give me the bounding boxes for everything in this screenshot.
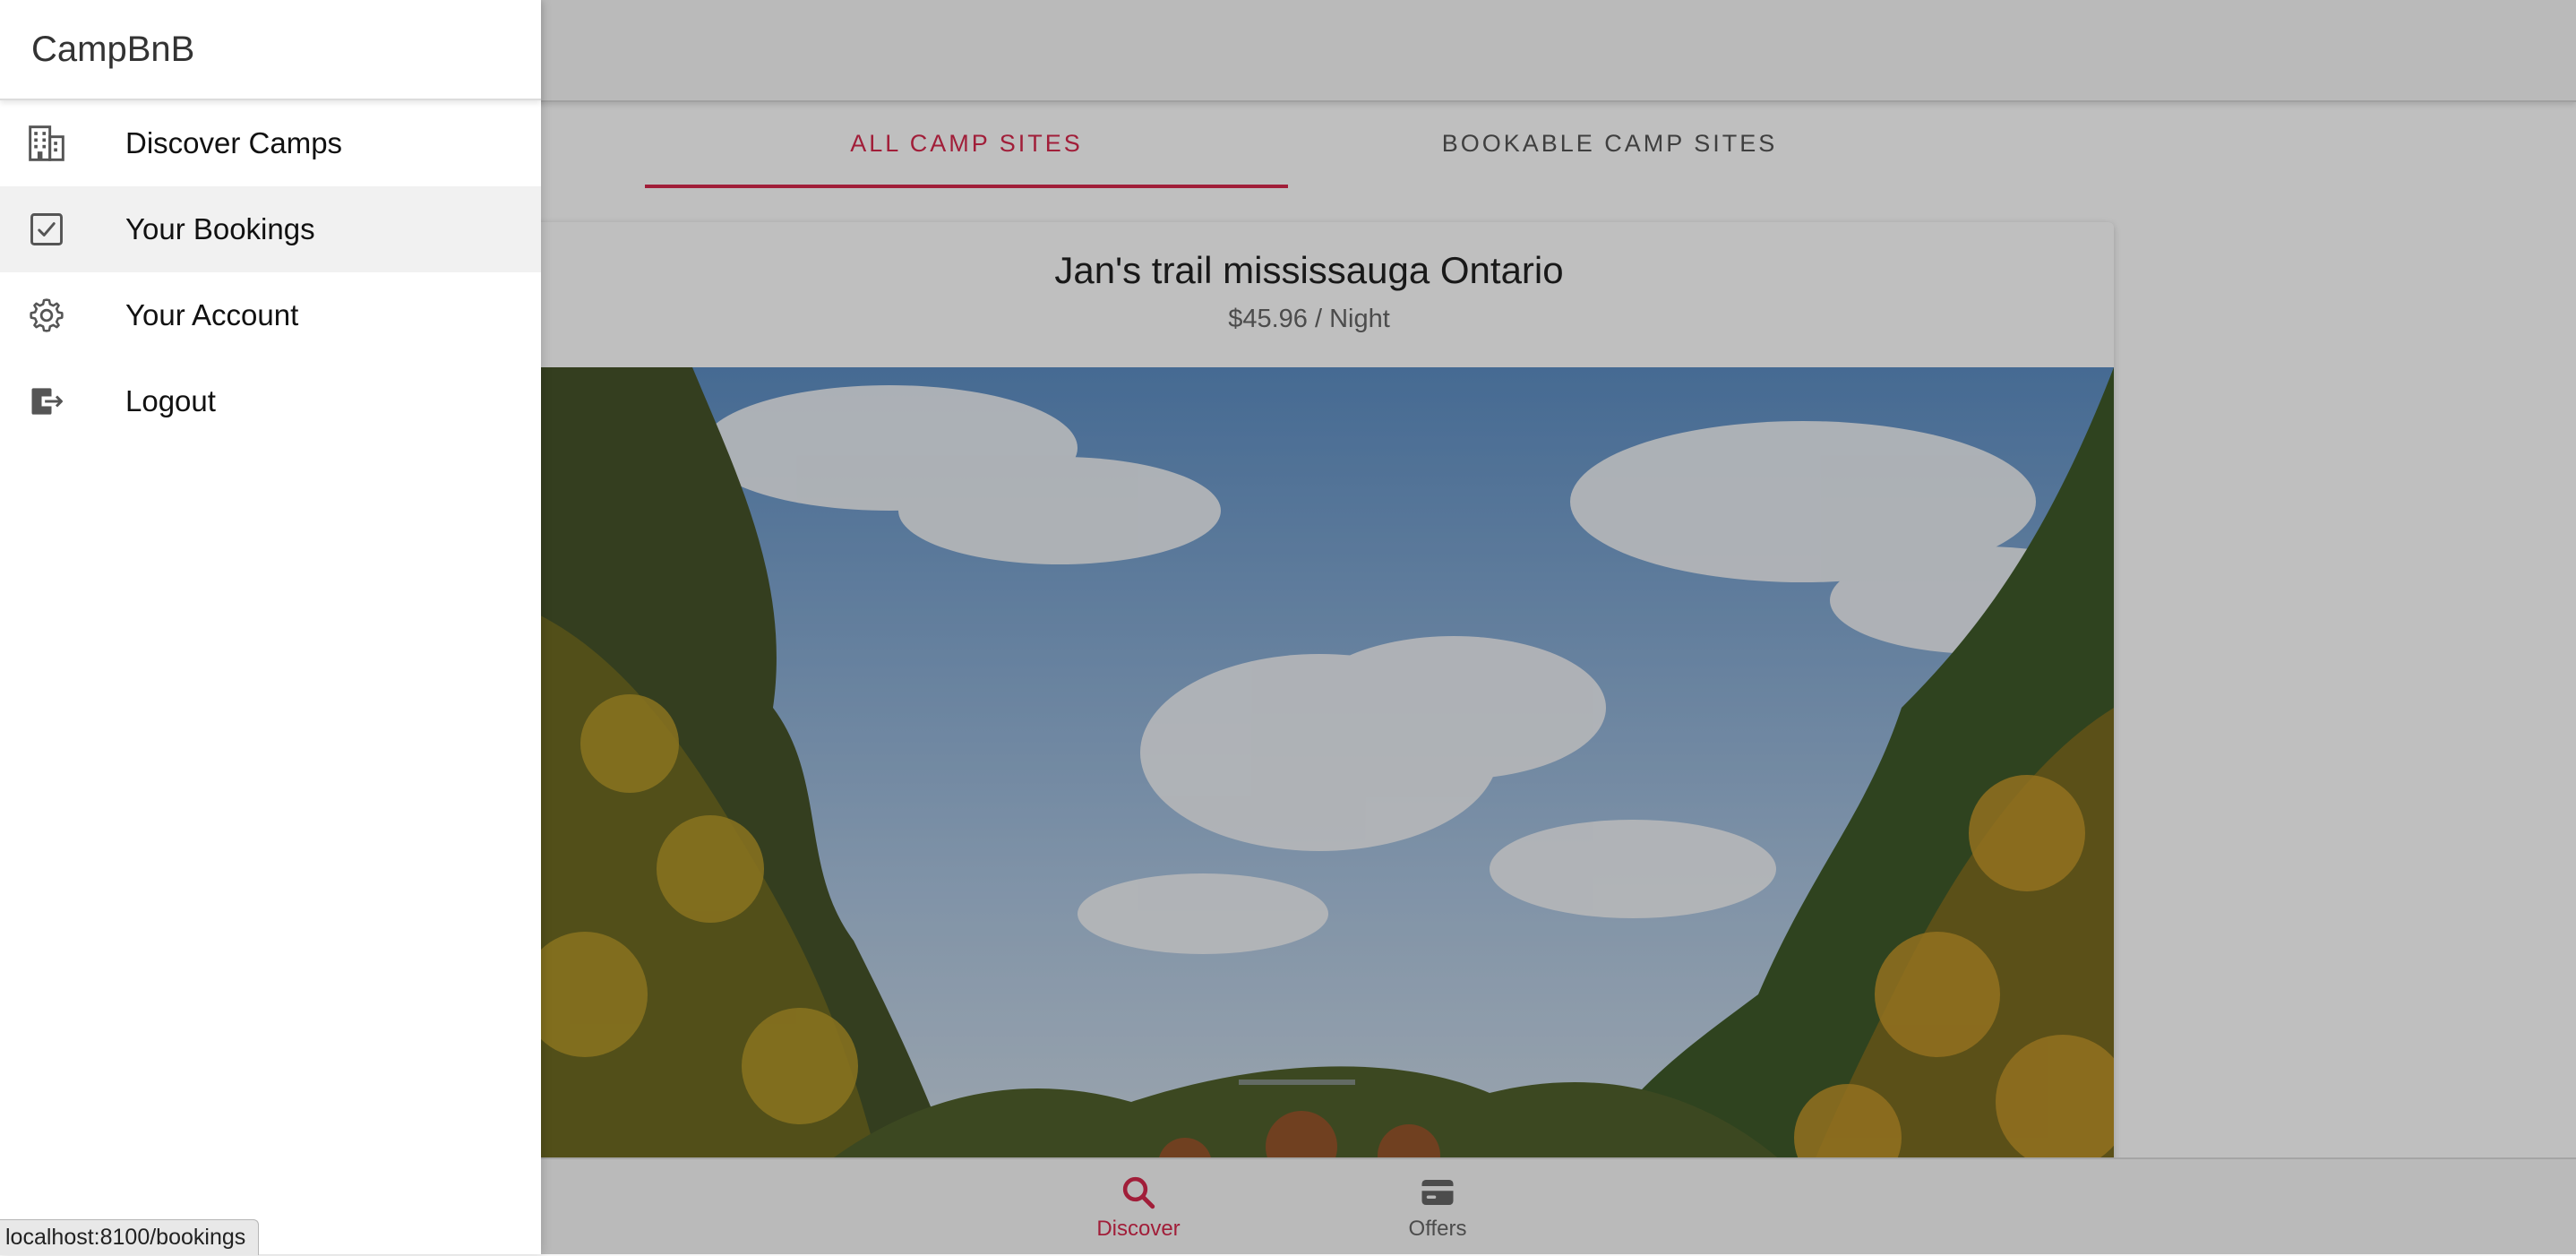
menu-list: Discover Camps Your Bookings Your Accoun…	[0, 100, 541, 444]
building-icon	[0, 124, 125, 163]
menu-item-logout[interactable]: Logout	[0, 358, 541, 444]
status-url-tooltip: localhost:8100/bookings	[0, 1219, 260, 1255]
side-menu: CampBnB Discover Camps Your Bookings You…	[0, 0, 541, 1254]
menu-item-discover-camps[interactable]: Discover Camps	[0, 100, 541, 186]
menu-item-label: Your Bookings	[125, 212, 315, 245]
app-title: CampBnB	[31, 29, 195, 69]
menu-item-label: Logout	[125, 384, 216, 417]
gear-icon	[0, 296, 125, 335]
menu-item-your-bookings[interactable]: Your Bookings	[0, 186, 541, 272]
checkbox-icon	[0, 210, 125, 249]
logout-icon	[0, 382, 125, 421]
menu-item-label: Discover Camps	[125, 126, 343, 159]
menu-item-label: Your Account	[125, 298, 299, 331]
menu-header: CampBnB	[0, 0, 541, 100]
menu-item-your-account[interactable]: Your Account	[0, 272, 541, 358]
